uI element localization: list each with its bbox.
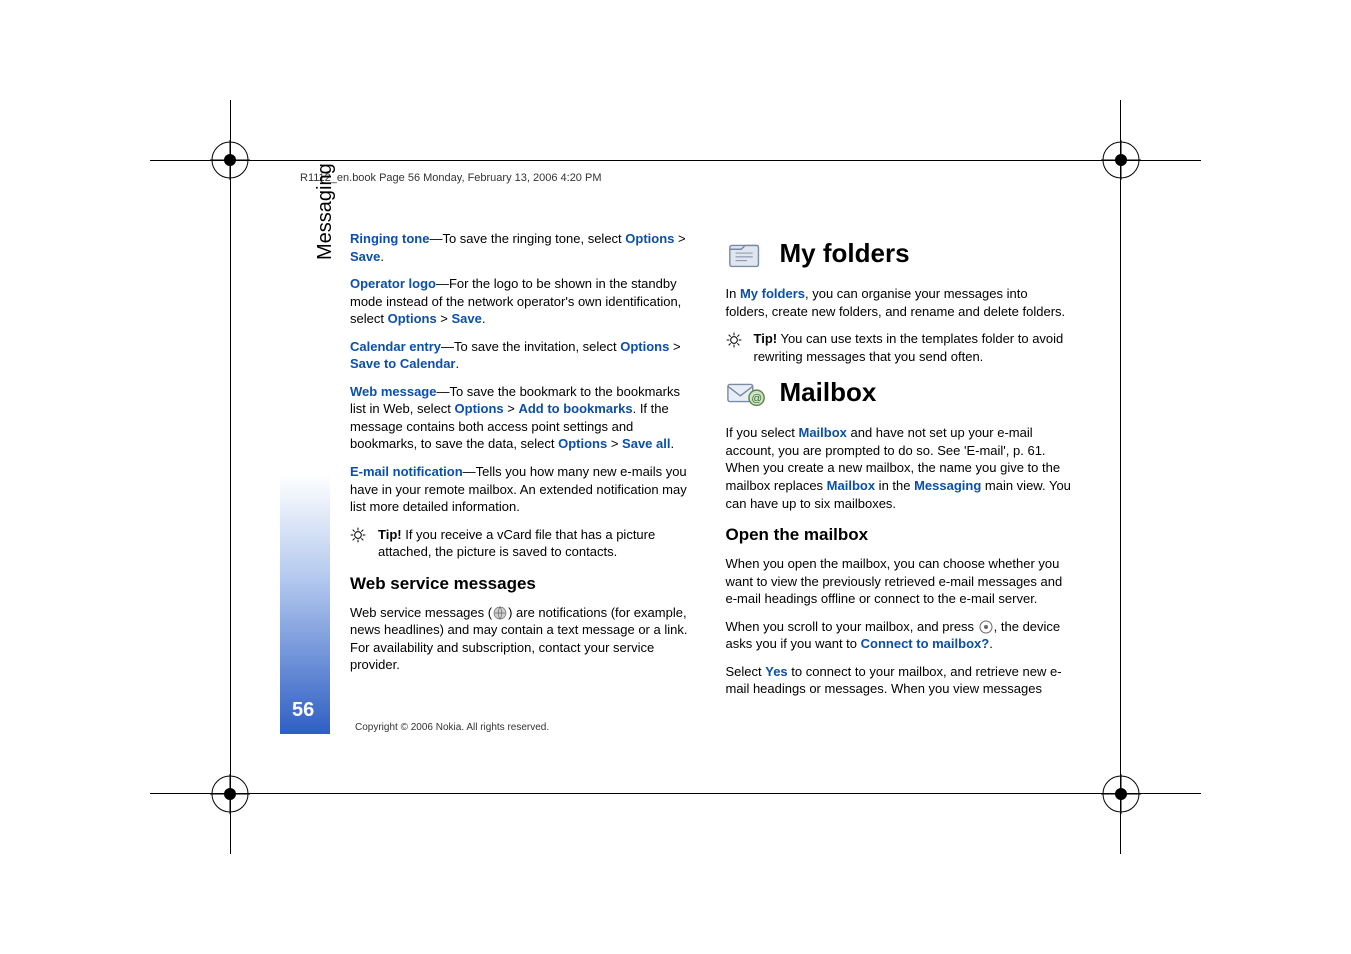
email-notification-para: E-mail notification—Tells you how many n… xyxy=(350,463,696,516)
open-mailbox-para3: Select Yes to connect to your mailbox, a… xyxy=(726,663,1072,698)
print-header: R1112_en.book Page 56 Monday, February 1… xyxy=(300,172,601,184)
page-number: 56 xyxy=(292,699,314,722)
web-message-para: Web message—To save the bookmark to the … xyxy=(350,383,696,453)
tip-icon xyxy=(350,527,366,543)
calendar-entry-label: Calendar entry xyxy=(350,339,441,354)
crop-mark-vertical xyxy=(1120,100,1121,854)
open-mailbox-para2: When you scroll to your mailbox, and pre… xyxy=(726,618,1072,653)
left-column: Ringing tone—To save the ringing tone, s… xyxy=(350,230,696,734)
tip-label: Tip! xyxy=(378,527,402,542)
tip-icon xyxy=(726,332,742,348)
my-folders-para: In My folders, you can organise your mes… xyxy=(726,285,1072,320)
joystick-press-icon xyxy=(978,619,994,635)
my-folders-heading: My folders xyxy=(780,236,910,271)
globe-icon xyxy=(492,605,508,621)
operator-logo-para: Operator logo—For the logo to be shown i… xyxy=(350,275,696,328)
section-label: Messaging xyxy=(314,163,337,260)
open-mailbox-para1: When you open the mailbox, you can choos… xyxy=(726,555,1072,608)
svg-text:@: @ xyxy=(751,392,762,404)
crop-mark-horizontal xyxy=(150,793,1201,794)
web-message-label: Web message xyxy=(350,384,436,399)
operator-logo-label: Operator logo xyxy=(350,276,436,291)
tip-templates: Tip! You can use texts in the templates … xyxy=(726,330,1072,365)
email-notification-label: E-mail notification xyxy=(350,464,463,479)
calendar-entry-para: Calendar entry—To save the invitation, s… xyxy=(350,338,696,373)
sidebar: Messaging 56 xyxy=(280,230,350,734)
mailbox-para: If you select Mailbox and have not set u… xyxy=(726,424,1072,512)
page-content: Messaging 56 Ringing tone—To save the ri… xyxy=(280,230,1071,734)
ringing-tone-para: Ringing tone—To save the ringing tone, s… xyxy=(350,230,696,265)
mailbox-icon: @ xyxy=(726,376,768,410)
web-service-heading: Web service messages xyxy=(350,573,696,596)
right-column: My folders In My folders, you can organi… xyxy=(726,230,1072,734)
crop-mark-vertical xyxy=(230,100,231,854)
open-mailbox-heading: Open the mailbox xyxy=(726,524,1072,547)
tip-vcard: Tip! If you receive a vCard file that ha… xyxy=(350,526,696,561)
crop-mark-horizontal xyxy=(150,160,1201,161)
web-service-para: Web service messages () are notification… xyxy=(350,604,696,674)
registration-mark-icon xyxy=(1101,774,1141,814)
sidebar-gradient: 56 xyxy=(280,474,330,734)
folder-icon xyxy=(726,237,768,271)
copyright-footer: Copyright © 2006 Nokia. All rights reser… xyxy=(355,721,549,735)
mailbox-heading: Mailbox xyxy=(780,375,877,410)
tip-label: Tip! xyxy=(754,331,778,346)
ringing-tone-label: Ringing tone xyxy=(350,231,429,246)
mailbox-heading-row: @ Mailbox xyxy=(726,375,1072,410)
my-folders-heading-row: My folders xyxy=(726,236,1072,271)
